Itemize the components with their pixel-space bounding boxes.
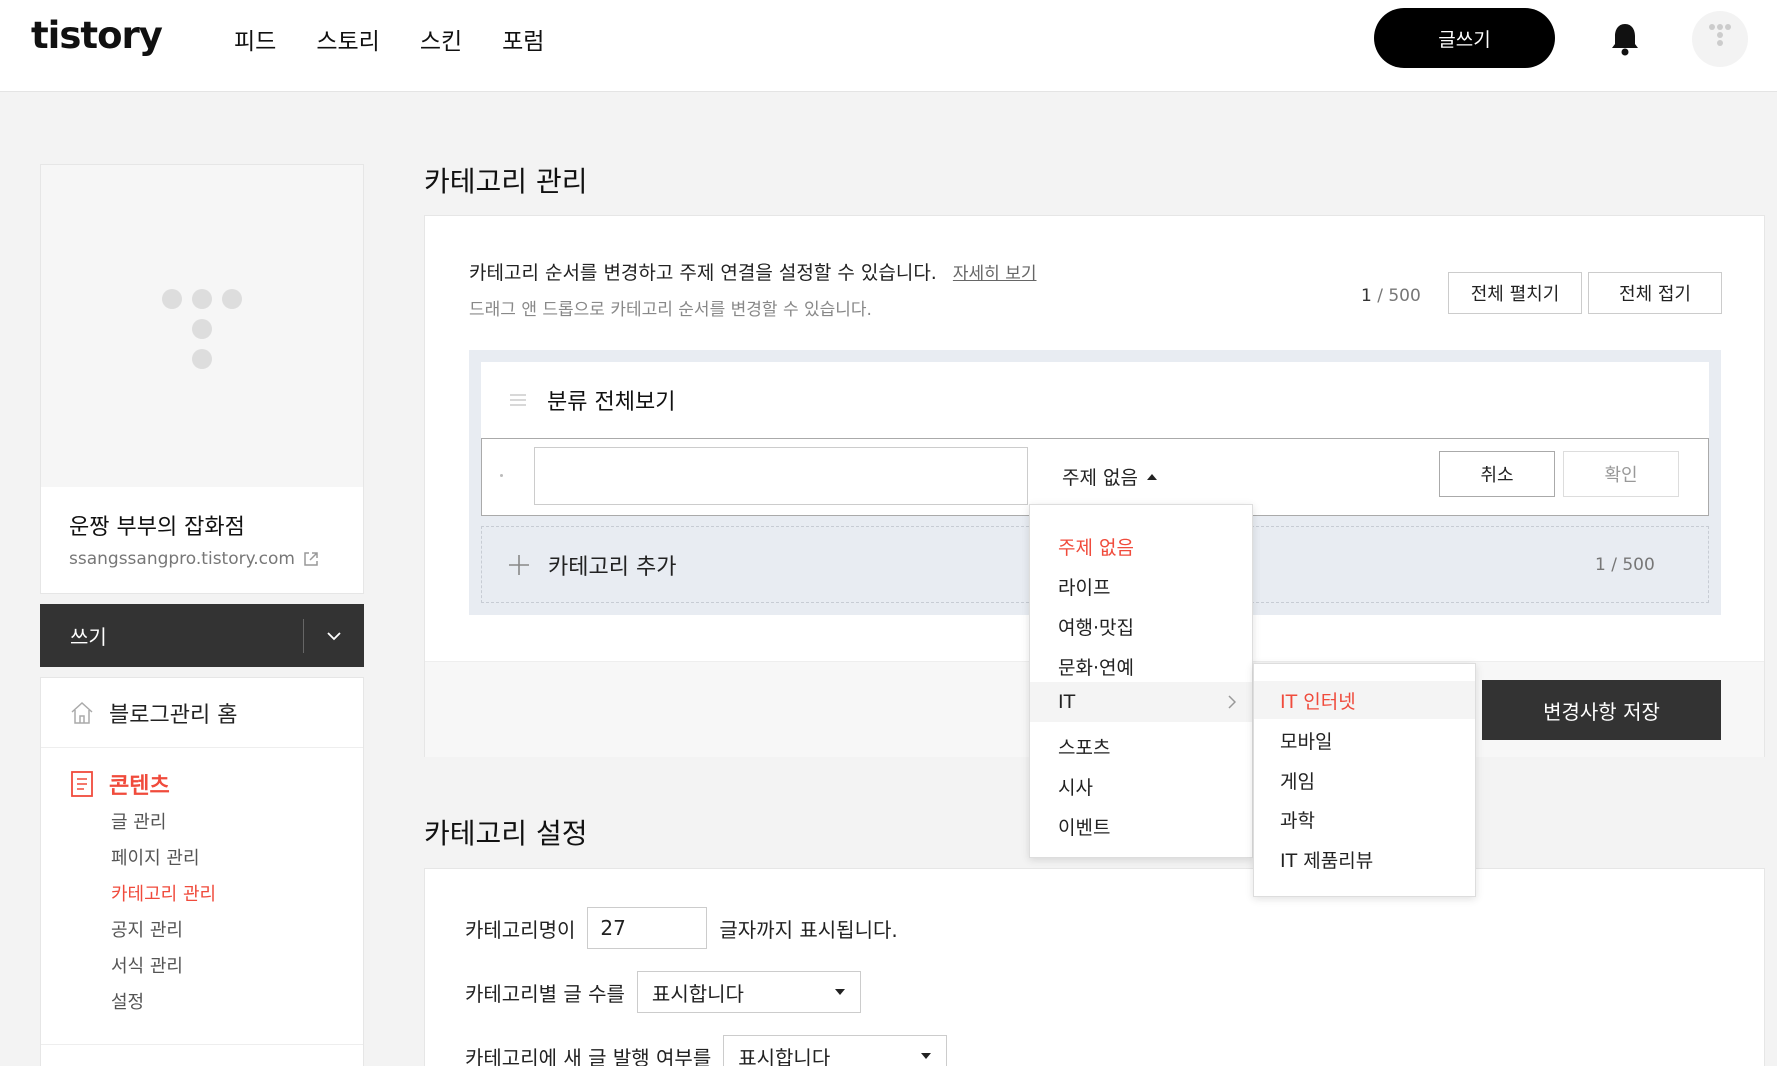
- topic-option-sports[interactable]: 스포츠: [1030, 727, 1252, 765]
- topic-option-life[interactable]: 라이프: [1030, 567, 1252, 605]
- name-length-setting: 카테고리명이 27 글자까지 표시됩니다.: [465, 907, 898, 949]
- drag-hint: 드래그 앤 드롭으로 카테고리 순서를 변경할 수 있습니다.: [469, 300, 872, 320]
- new-post-label: 카테고리에 새 글 발행 여부를: [465, 1045, 712, 1066]
- category-count-max: / 500: [1371, 286, 1421, 306]
- category-description-text: 카테고리 순서를 변경하고 주제 연결을 설정할 수 있습니다.: [469, 262, 937, 284]
- submenu-page-manage[interactable]: 페이지 관리: [111, 847, 216, 871]
- caret-down-icon: [921, 1053, 932, 1059]
- caret-down-icon: [834, 989, 845, 995]
- post-count-select[interactable]: 표시합니다: [636, 971, 861, 1013]
- submenu-notice-manage[interactable]: 공지 관리: [111, 919, 216, 943]
- topic-dropdown-menu: 주제 없음 라이프 여행·맛집 문화·연예 IT 스포츠 시사 이벤트: [1029, 504, 1253, 858]
- topic-option-current[interactable]: 시사: [1030, 767, 1252, 805]
- write-post-button[interactable]: 글쓰기: [1374, 8, 1555, 68]
- confirm-button[interactable]: 확인: [1563, 451, 1679, 497]
- topic-select-value: 주제 없음: [1062, 467, 1138, 489]
- post-count-label: 카테고리별 글 수를: [465, 981, 625, 1006]
- user-avatar[interactable]: [1692, 11, 1748, 67]
- category-count: 1 / 500: [1361, 286, 1421, 306]
- topic-option-it-label: IT: [1058, 691, 1076, 713]
- post-count-setting: 카테고리별 글 수를 표시합니다: [465, 971, 861, 1013]
- category-count-current: 1: [1361, 286, 1372, 306]
- collapse-all-button[interactable]: 전체 접기: [1588, 272, 1722, 314]
- blog-url-link[interactable]: ssangssangpro.tistory.com: [69, 549, 319, 569]
- category-description: 카테고리 순서를 변경하고 주제 연결을 설정할 수 있습니다. 자세히 보기: [469, 258, 1037, 285]
- main-nav: 피드 스토리 스킨 포럼: [234, 22, 544, 56]
- topic-option-culture[interactable]: 문화·연예: [1030, 647, 1252, 685]
- chevron-down-icon: [327, 631, 341, 640]
- submenu-category-manage[interactable]: 카테고리 관리: [111, 883, 216, 907]
- caret-up-icon: [1146, 473, 1157, 480]
- subtopic-mobile[interactable]: 모바일: [1254, 721, 1475, 759]
- sidebar-write-bar: 쓰기: [40, 604, 364, 667]
- drag-handle-icon[interactable]: [509, 393, 527, 407]
- chevron-right-icon: [1228, 695, 1236, 709]
- topic-option-none[interactable]: 주제 없음: [1030, 527, 1252, 565]
- blog-name[interactable]: 운짱 부부의 잡화점: [69, 509, 245, 541]
- contents-submenu: 글 관리 페이지 관리 카테고리 관리 공지 관리 서식 관리 설정: [111, 811, 216, 1015]
- sidebar-menu: 블로그관리 홈 콘텐츠 글 관리 페이지 관리 카테고리 관리 공지 관리 서식…: [40, 677, 364, 1066]
- topic-option-travel[interactable]: 여행·맛집: [1030, 607, 1252, 645]
- write-options-toggle[interactable]: [304, 631, 364, 641]
- menu-divider: [41, 1044, 363, 1045]
- category-settings-panel: 카테고리명이 27 글자까지 표시됩니다. 카테고리별 글 수를 표시합니다 카…: [424, 868, 1765, 1066]
- category-all-label: 분류 전체보기: [547, 390, 676, 415]
- subtopic-science[interactable]: 과학: [1254, 800, 1475, 838]
- document-icon: [71, 771, 93, 797]
- sidebar-item-home[interactable]: 블로그관리 홈: [41, 678, 363, 748]
- subtopic-it-internet[interactable]: IT 인터넷: [1254, 681, 1475, 719]
- submenu-post-manage[interactable]: 글 관리: [111, 811, 216, 835]
- topic-select[interactable]: 주제 없음: [1062, 463, 1158, 490]
- top-header: tistory 피드 스토리 스킨 포럼 글쓰기: [0, 0, 1777, 92]
- new-post-select-value: 표시합니다: [738, 1045, 831, 1066]
- plus-icon: [509, 554, 529, 575]
- category-manage-title: 카테고리 관리: [424, 165, 588, 198]
- nav-forum[interactable]: 포럼: [502, 22, 544, 56]
- subtopic-it-review[interactable]: IT 제품리뷰: [1254, 840, 1475, 878]
- it-subtopic-menu: IT 인터넷 모바일 게임 과학 IT 제품리뷰: [1253, 663, 1476, 897]
- sidebar-item-home-label: 블로그관리 홈: [109, 702, 238, 728]
- external-link-icon: [304, 552, 318, 566]
- category-settings-title: 카테고리 설정: [424, 817, 588, 850]
- submenu-template-manage[interactable]: 서식 관리: [111, 955, 216, 979]
- post-count-select-value: 표시합니다: [651, 981, 744, 1006]
- nav-skin[interactable]: 스킨: [420, 22, 462, 56]
- add-category-count: 1 / 500: [1595, 555, 1655, 575]
- blog-url-text: ssangssangpro.tistory.com: [69, 549, 295, 569]
- subtopic-game[interactable]: 게임: [1254, 761, 1475, 799]
- cancel-button[interactable]: 취소: [1439, 451, 1555, 497]
- name-length-label: 카테고리명이: [465, 917, 576, 942]
- topic-option-it[interactable]: IT: [1030, 682, 1252, 722]
- blog-profile-card: 운짱 부부의 잡화점 ssangssangpro.tistory.com: [40, 164, 364, 594]
- submenu-settings[interactable]: 설정: [111, 991, 216, 1015]
- detail-link[interactable]: 자세히 보기: [953, 264, 1037, 284]
- edit-row-dot: [500, 474, 503, 477]
- sidebar-item-contents[interactable]: 콘텐츠: [69, 768, 170, 800]
- blog-avatar[interactable]: [41, 165, 363, 487]
- new-post-select[interactable]: 표시합니다: [723, 1035, 948, 1066]
- category-row-all[interactable]: 분류 전체보기: [481, 362, 1709, 438]
- home-icon: [71, 701, 93, 724]
- add-category-label: 카테고리 추가: [548, 554, 677, 580]
- expand-all-button[interactable]: 전체 펼치기: [1448, 272, 1582, 314]
- save-changes-button[interactable]: 변경사항 저장: [1482, 680, 1721, 740]
- nav-story[interactable]: 스토리: [316, 22, 379, 56]
- new-post-setting: 카테고리에 새 글 발행 여부를 표시합니다: [465, 1035, 948, 1066]
- category-name-input[interactable]: [534, 447, 1028, 505]
- nav-feed[interactable]: 피드: [234, 22, 276, 56]
- bell-icon[interactable]: [1610, 22, 1640, 56]
- name-length-suffix: 글자까지 표시됩니다.: [719, 917, 898, 942]
- sidebar-write-button[interactable]: 쓰기: [70, 621, 303, 650]
- tistory-logo[interactable]: tistory: [31, 14, 163, 57]
- name-length-input[interactable]: 27: [587, 907, 708, 949]
- topic-option-event[interactable]: 이벤트: [1030, 807, 1252, 845]
- sidebar-item-contents-label: 콘텐츠: [109, 774, 170, 799]
